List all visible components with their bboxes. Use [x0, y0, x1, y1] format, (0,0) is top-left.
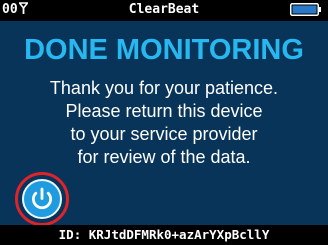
battery-full-icon: [290, 3, 321, 16]
message-line: to your service provider: [70, 124, 258, 144]
thank-you-message: Thank you for your patience. Please retu…: [0, 77, 328, 169]
power-button[interactable]: [14, 171, 70, 227]
device-id: ID: KRJtdDFMRk0+azArYXpBcllY: [0, 225, 328, 245]
done-screen: DONE MONITORING Thank you for your patie…: [0, 21, 328, 227]
status-bar: 00 ClearBeat: [0, 0, 328, 21]
message-line: for review of the data.: [77, 147, 251, 167]
page-title: DONE MONITORING: [24, 34, 304, 66]
power-icon: [22, 179, 62, 219]
message-line: Please return this device: [65, 101, 263, 121]
app-title: ClearBeat: [128, 2, 200, 17]
message-line: Thank you for your patience.: [49, 78, 279, 98]
